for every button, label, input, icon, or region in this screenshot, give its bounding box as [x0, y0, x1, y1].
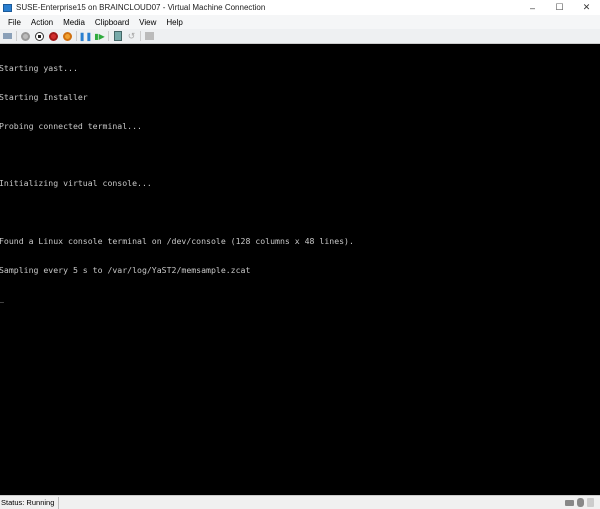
ctrl-alt-del-button[interactable]	[2, 31, 13, 42]
mouse-status-icon	[577, 498, 584, 507]
save-icon	[63, 31, 72, 41]
status-text: Status: Running	[0, 496, 60, 509]
start-button[interactable]	[20, 31, 31, 42]
lock-status-icon	[587, 498, 594, 507]
keyboard-icon	[3, 33, 12, 39]
revert-icon: ↺	[127, 30, 136, 41]
keyboard-status-icon	[565, 500, 574, 506]
menu-view[interactable]: View	[134, 18, 161, 27]
start-icon	[21, 31, 30, 41]
console-cursor: _	[0, 294, 354, 304]
console-line: Sampling every 5 s to /var/log/YaST2/mem…	[0, 264, 251, 275]
resume-icon: ▮▶	[94, 31, 105, 41]
menu-media[interactable]: Media	[58, 18, 90, 27]
status-bar: Status: Running	[0, 495, 600, 509]
console-line: Starting yast...	[0, 63, 78, 74]
console-output: Starting yast... Starting Installer Prob…	[0, 45, 354, 323]
minimize-button[interactable]: –	[519, 0, 546, 15]
pause-button[interactable]: ❚❚	[78, 31, 93, 42]
checkpoint-button[interactable]	[112, 31, 123, 42]
title-bar: SUSE-Enterprise15 on BRAINCLOUD07 - Virt…	[0, 0, 600, 15]
separator	[108, 31, 109, 41]
window-title: SUSE-Enterprise15 on BRAINCLOUD07 - Virt…	[16, 3, 266, 12]
shut-down-icon	[49, 31, 58, 41]
menu-clipboard[interactable]: Clipboard	[90, 18, 134, 27]
console-line: Initializing virtual console...	[0, 178, 152, 189]
close-button[interactable]: ✕	[573, 0, 600, 15]
console-line: Found a Linux console terminal on /dev/c…	[0, 235, 354, 246]
shut-down-button[interactable]	[48, 31, 59, 42]
toolbar: ❚❚ ▮▶ ↺	[0, 29, 600, 44]
checkpoint-icon	[113, 31, 122, 41]
enhanced-session-button[interactable]	[144, 31, 155, 42]
menu-action[interactable]: Action	[26, 18, 58, 27]
monitor-icon	[145, 32, 154, 40]
separator	[76, 31, 77, 41]
maximize-button[interactable]: ☐	[546, 0, 573, 15]
turn-off-icon	[35, 31, 44, 41]
console-line: Starting Installer	[0, 91, 88, 102]
console-line: Probing connected terminal...	[0, 120, 142, 131]
resume-button[interactable]: ▮▶	[94, 31, 105, 42]
separator	[140, 31, 141, 41]
menu-help[interactable]: Help	[161, 18, 187, 27]
separator	[16, 31, 17, 41]
revert-button[interactable]: ↺	[126, 31, 137, 42]
pause-icon: ❚❚	[78, 31, 93, 41]
menu-bar: File Action Media Clipboard View Help	[0, 15, 600, 29]
turn-off-button[interactable]	[34, 31, 45, 42]
vm-app-icon	[3, 3, 12, 12]
save-button[interactable]	[62, 31, 73, 42]
vm-console-screen[interactable]: Starting yast... Starting Installer Prob…	[0, 44, 600, 495]
menu-file[interactable]: File	[3, 18, 26, 27]
